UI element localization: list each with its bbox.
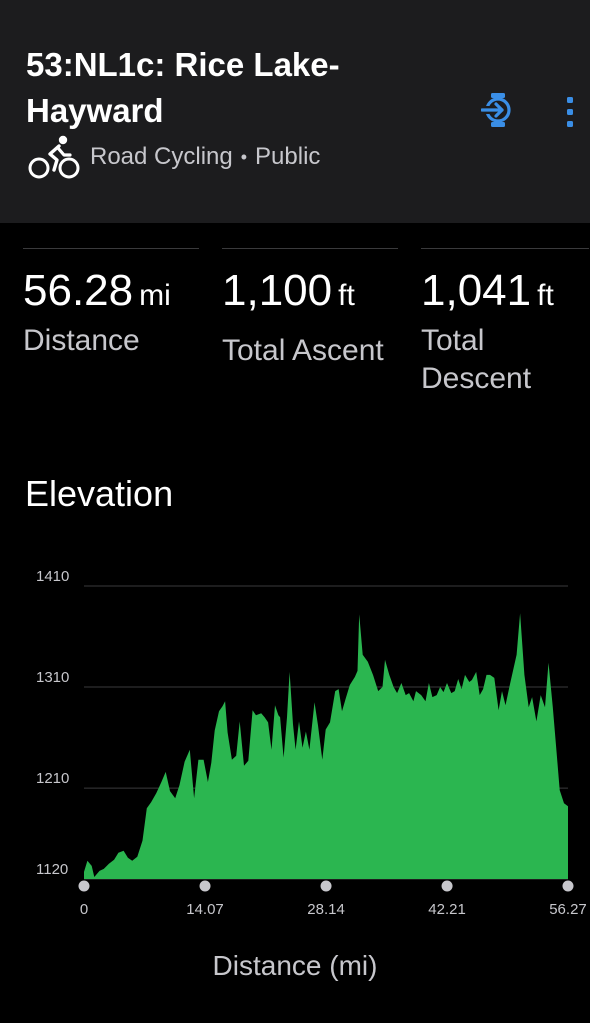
y-tick-label: 1410 — [36, 568, 69, 585]
x-tick-marker — [562, 880, 574, 892]
y-tick-label: 1310 — [36, 669, 69, 686]
x-tick-label: 14.07 — [186, 901, 224, 918]
divider — [23, 248, 199, 249]
route-header: 53:NL1c: Rice Lake-Hayward Road Cycling … — [0, 0, 590, 223]
ascent-value: 1,100 — [222, 266, 333, 315]
descent-value: 1,041 — [421, 266, 532, 315]
elevation-title: Elevation — [25, 473, 174, 514]
x-tick-label: 42.21 — [428, 901, 466, 918]
activity-separator: • — [240, 146, 248, 167]
distance-stat: 56.28 mi Distance — [23, 248, 199, 360]
divider — [421, 248, 589, 249]
x-tick-label: 28.14 — [307, 901, 345, 918]
more-options-button[interactable] — [558, 92, 582, 132]
x-tick-label: 56.27 — [549, 901, 587, 918]
route-visibility: Public — [255, 143, 321, 170]
descent-unit: ft — [537, 279, 554, 312]
x-tick-label: 0 — [80, 901, 88, 918]
elevation-area — [84, 613, 568, 879]
x-tick-marker — [320, 880, 332, 892]
activity-info: Road Cycling • Public — [28, 134, 320, 180]
divider — [222, 248, 398, 249]
x-axis-title: Distance (mi) — [212, 950, 378, 981]
ascent-unit: ft — [338, 279, 355, 312]
distance-unit: mi — [139, 279, 171, 312]
ascent-label: Total Ascent — [222, 334, 384, 367]
send-to-device-icon — [481, 93, 511, 127]
x-tick-marker — [78, 880, 90, 892]
total-descent-stat: 1,041 ft Total Descent — [421, 248, 589, 398]
distance-label: Distance — [23, 324, 140, 357]
x-tick-marker — [441, 880, 453, 892]
x-tick-marker — [199, 880, 211, 892]
route-title: 53:NL1c: Rice Lake-Hayward — [26, 46, 340, 129]
bike-rider-icon — [28, 135, 80, 179]
activity-type: Road Cycling — [90, 143, 233, 170]
descent-label: Total Descent — [421, 324, 532, 395]
elevation-chart[interactable]: 1410 1310 1210 1120 0 14.07 28.14 42.21 56.27 — [0, 560, 590, 930]
more-vertical-icon — [567, 97, 573, 127]
send-to-device-button[interactable] — [481, 92, 515, 128]
y-tick-label: 1120 — [36, 861, 68, 878]
total-ascent-stat: 1,100 ft Total Ascent — [222, 248, 398, 370]
distance-value: 56.28 — [23, 266, 134, 315]
y-tick-label: 1210 — [36, 770, 69, 787]
